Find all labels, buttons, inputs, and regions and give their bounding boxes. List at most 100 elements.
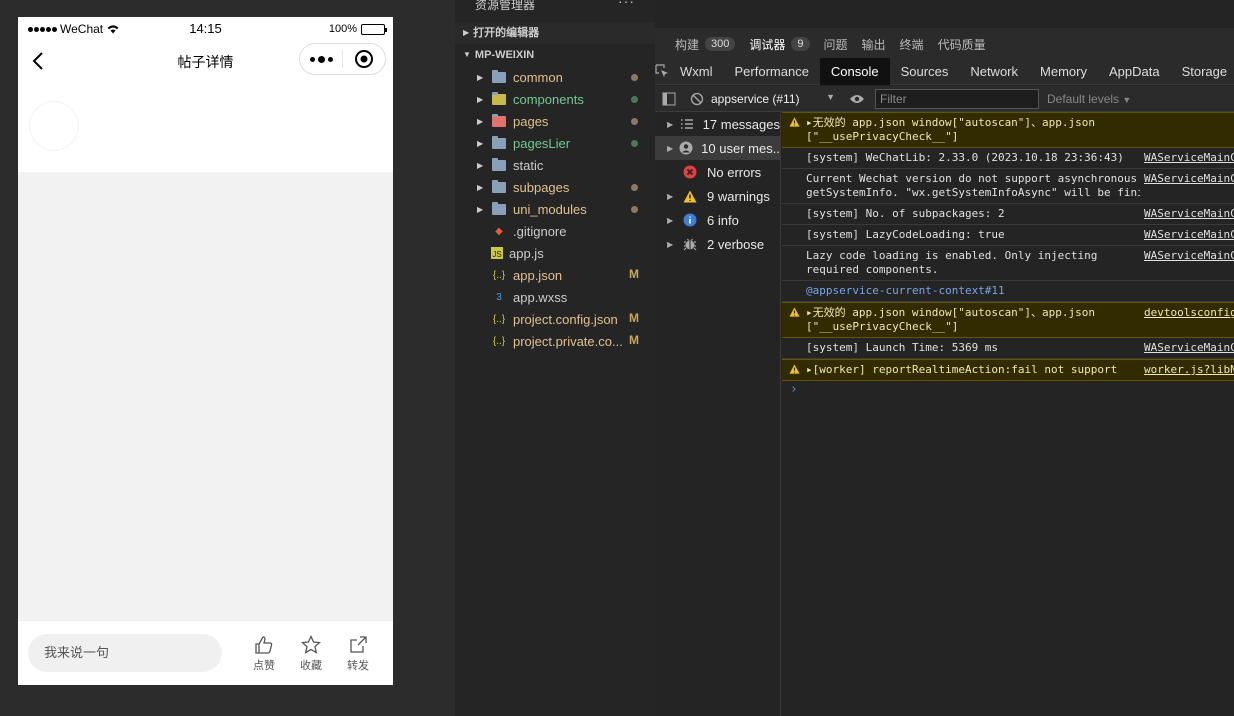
tab-storage[interactable]: Storage	[1171, 58, 1234, 85]
debug-tab[interactable]: 构建 300	[675, 36, 736, 53]
sidebar-filter-label: 10 user mes...	[701, 140, 780, 156]
sidebar-filter-user[interactable]: ▶ 10 user mes...	[655, 136, 780, 160]
expand-triangle-icon: ▶	[667, 143, 674, 153]
folder-item[interactable]: ▶ uni_modules	[455, 198, 655, 220]
folder-item[interactable]: ▶ pages	[455, 110, 655, 132]
like-button[interactable]: 点赞	[248, 635, 280, 673]
console-message-text[interactable]: @appservice-current-context#11	[806, 284, 1140, 298]
source-link[interactable]: WAServiceMainContext.js	[1144, 228, 1234, 242]
tab-appdata[interactable]: AppData	[1098, 58, 1171, 85]
file-explorer: 资源管理器 ··· ▶ 打开的编辑器 ▼ MP-WEIXIN ▶ common ▶ c…	[455, 0, 655, 716]
debug-tab[interactable]: 调试器 9	[749, 36, 810, 53]
more-button[interactable]	[300, 55, 342, 63]
star-icon	[301, 635, 321, 654]
folder-icon	[491, 113, 507, 128]
file-item[interactable]: ◆ .gitignore	[455, 220, 655, 242]
git-modified-badge: M	[629, 267, 639, 281]
folder-item[interactable]: ▶ common	[455, 66, 655, 88]
expand-triangle-icon: ▶	[667, 119, 674, 129]
folder-item[interactable]: ▶ static	[455, 154, 655, 176]
folder-icon	[491, 157, 507, 172]
source-link[interactable]: WAServiceMainContext.js	[1144, 249, 1234, 263]
inspect-element-button[interactable]	[655, 64, 669, 78]
css-file-icon: 3	[496, 291, 502, 303]
javascript-file-icon: JS	[491, 247, 503, 259]
chevron-right-icon: ▶	[477, 204, 484, 214]
battery-text: 100%	[328, 23, 357, 35]
clear-console-button[interactable]	[683, 92, 711, 106]
tree-item-label: app.js	[509, 245, 544, 261]
console-message-text: Lazy code loading is enabled. Only injec…	[806, 249, 1098, 276]
project-section[interactable]: ▼ MP-WEIXIN	[455, 44, 655, 66]
open-editors-label: 打开的编辑器	[473, 27, 540, 39]
share-button[interactable]: 转发	[342, 635, 374, 673]
sidebar-filter-warning[interactable]: ▶ 9 warnings	[655, 184, 780, 208]
debug-tab[interactable]: 问题	[824, 36, 848, 53]
json-file-icon: {..}	[492, 269, 506, 281]
debug-tab-label: 构建	[675, 37, 700, 52]
share-label: 转发	[347, 660, 369, 672]
chevron-right-icon: ▶	[477, 72, 484, 82]
tree-item-label: app.wxss	[513, 289, 568, 305]
debug-tab[interactable]: 代码质量	[938, 36, 986, 53]
git-status-dot	[631, 184, 638, 191]
source-link[interactable]: WAServiceMainContext.js	[1144, 151, 1234, 165]
close-button[interactable]	[343, 49, 385, 69]
block-icon	[690, 92, 704, 105]
tree-item-label: project.private.co...	[513, 333, 623, 349]
sidebar-filter-info[interactable]: ▶ 6 info	[655, 208, 780, 232]
folder-item[interactable]: ▶ components	[455, 88, 655, 110]
file-item[interactable]: {..} app.json M	[455, 264, 655, 286]
git-icon: ◆	[495, 225, 503, 237]
json-file-icon: {..}	[492, 335, 506, 347]
sidebar-filter-list[interactable]: ▶ 17 messages	[655, 112, 780, 136]
open-editors-section[interactable]: ▶ 打开的编辑器	[455, 22, 655, 44]
folder-item[interactable]: ▶ subpages	[455, 176, 655, 198]
user-icon	[679, 141, 693, 155]
sidebar-filter-error[interactable]: No errors	[655, 160, 780, 184]
file-item[interactable]: {..} project.private.co... M	[455, 330, 655, 352]
console-message: ▸[worker] reportRealtimeAction:fail not …	[782, 359, 1234, 381]
favorite-button[interactable]: 收藏	[295, 635, 327, 673]
folder-icon	[491, 179, 507, 194]
source-link[interactable]: WAServiceMainContext.js	[1144, 207, 1234, 221]
dropdown-arrow-icon: ▼	[826, 91, 835, 102]
source-link[interactable]: worker.js?libName	[1144, 363, 1234, 377]
context-selector[interactable]: appservice (#11) ▼	[711, 92, 843, 106]
filter-input[interactable]: Filter	[875, 88, 1039, 109]
sidebar-filter-label: 6 info	[707, 212, 739, 228]
explorer-title: 资源管理器 ···	[455, 0, 655, 14]
more-actions-icon[interactable]: ···	[618, 0, 635, 8]
debug-tab[interactable]: 输出	[862, 36, 886, 53]
git-modified-badge: M	[629, 311, 639, 325]
sidebar-icon	[662, 92, 676, 105]
source-link[interactable]: WAServiceMainContext.js	[1144, 172, 1234, 186]
warning-icon	[789, 364, 800, 378]
log-levels-dropdown[interactable]: Default levels ▼	[1047, 92, 1131, 106]
git-status-dot	[631, 140, 638, 147]
live-expression-button[interactable]	[843, 93, 871, 105]
file-item[interactable]: JS app.js	[455, 242, 655, 264]
file-item[interactable]: 3 app.wxss	[455, 286, 655, 308]
console-prompt[interactable]: ›	[782, 381, 1234, 399]
comment-input[interactable]: 我来说一句	[28, 634, 222, 672]
tab-wxml[interactable]: Wxml	[669, 58, 724, 85]
chevron-right-icon: ▶	[477, 138, 484, 148]
sidebar-filter-verbose[interactable]: ▶ 2 verbose	[655, 232, 780, 256]
folder-item[interactable]: ▶ pagesLier	[455, 132, 655, 154]
source-link[interactable]: WAServiceMainContext.js	[1144, 341, 1234, 355]
tab-console[interactable]: Console	[819, 57, 890, 85]
tab-network[interactable]: Network	[959, 58, 1029, 85]
cursor-select-icon	[655, 64, 668, 77]
toggle-sidebar-button[interactable]	[655, 92, 683, 106]
context-label: appservice (#11)	[711, 91, 800, 106]
warning-icon	[681, 190, 699, 203]
tree-item-label: pagesLier	[513, 135, 571, 151]
debug-tab[interactable]: 终端	[900, 36, 924, 53]
tab-performance[interactable]: Performance	[724, 58, 820, 85]
source-link[interactable]: devtoolsconfig.json	[1144, 306, 1234, 320]
tab-sources[interactable]: Sources	[890, 58, 960, 85]
file-item[interactable]: {..} project.config.json M	[455, 308, 655, 330]
tab-memory[interactable]: Memory	[1029, 58, 1098, 85]
console-message-text: ▸[worker] reportRealtimeAction:fail not …	[806, 363, 1118, 376]
